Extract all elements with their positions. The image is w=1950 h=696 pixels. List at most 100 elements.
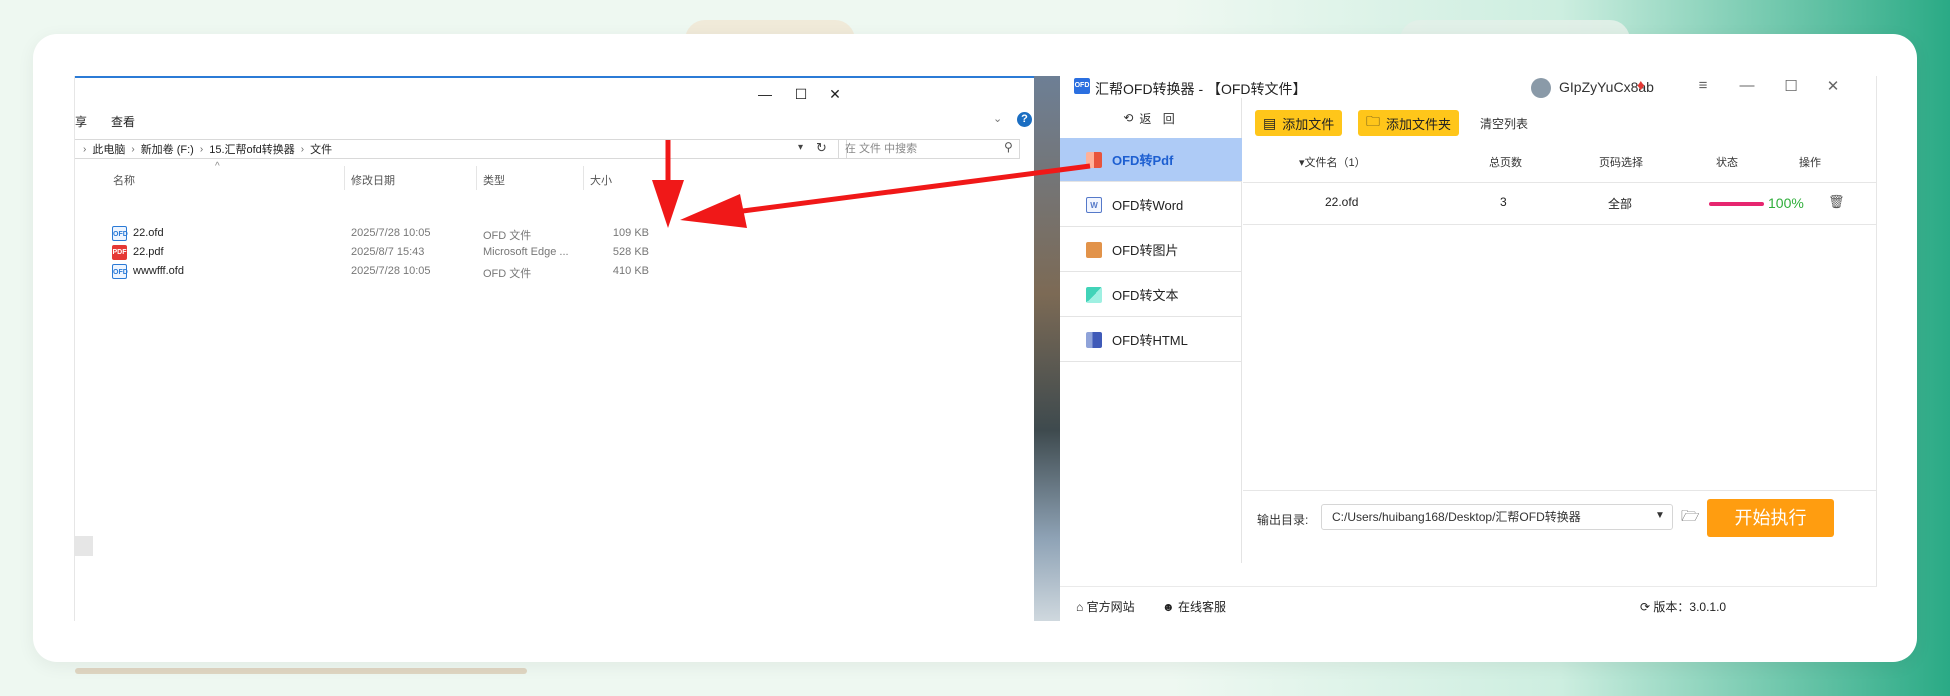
table-divider: [1243, 224, 1877, 225]
desktop-wallpaper: [1034, 76, 1060, 621]
search-input[interactable]: 在 文件 中搜索: [838, 139, 1020, 159]
image-icon: [1086, 241, 1102, 258]
column-header-name[interactable]: 名称: [113, 172, 135, 188]
horizontal-scrollbar[interactable]: [75, 668, 527, 674]
close-button[interactable]: ✕: [825, 86, 845, 103]
sidebar-item-ofd-to-text[interactable]: OFD转文本: [1060, 273, 1242, 317]
column-header-action: 操作: [1799, 157, 1821, 169]
main-panel: ▤ 添加文件 🗀 添加文件夹 清空列表 ▾文件名（1） 总页数 页码选择 状态 …: [1243, 98, 1877, 563]
trash-icon[interactable]: 🗑: [1828, 194, 1845, 210]
breadcrumb-item[interactable]: 文件: [310, 141, 332, 157]
maximize-button[interactable]: ☐: [791, 86, 811, 103]
chevron-down-icon[interactable]: ▼: [1655, 510, 1665, 521]
progress-fill: [1709, 202, 1764, 206]
file-name: 22.pdf: [133, 246, 164, 258]
back-label: 返 回: [1139, 111, 1179, 126]
file-row[interactable]: OFD wwwfff.ofd 2025/7/28 10:05 OFD 文件 41…: [75, 262, 1035, 281]
app-logo-icon: OFD: [1074, 78, 1090, 94]
minimize-button[interactable]: —: [1738, 77, 1756, 94]
column-divider[interactable]: [344, 166, 345, 190]
table-divider: [1243, 182, 1877, 183]
sidebar-item-ofd-to-word[interactable]: W OFD转Word: [1060, 183, 1242, 227]
row-page-select[interactable]: 全部: [1608, 195, 1632, 212]
output-path-select[interactable]: C:/Users/huibang168/Desktop/汇帮OFD转换器: [1321, 504, 1673, 530]
sidebar-item-label: OFD转Pdf: [1112, 153, 1174, 168]
back-button[interactable]: ⟲ 返 回: [1060, 98, 1242, 138]
file-type: OFD 文件: [483, 230, 532, 242]
add-file-label: 添加文件: [1282, 116, 1335, 132]
breadcrumb-item[interactable]: 15.汇帮ofd转换器: [209, 141, 295, 157]
column-header-status: 状态: [1716, 157, 1738, 169]
refresh-icon[interactable]: ⟳: [1640, 600, 1650, 614]
version-label: 版本：3.0.1.0: [1653, 600, 1727, 614]
add-folder-label: 添加文件夹: [1386, 116, 1452, 132]
maximize-button[interactable]: ☐: [1782, 77, 1800, 95]
close-button[interactable]: ✕: [1824, 77, 1842, 95]
ofd-file-icon: OFD: [112, 226, 128, 241]
sidebar: ⟲ 返 回 OFD转Pdf W OFD转Word OFD转图片 OFD转文本 O…: [1060, 98, 1242, 563]
breadcrumb-item[interactable]: 新加卷 (F:): [141, 141, 194, 157]
column-header-type[interactable]: 类型: [483, 172, 505, 188]
file-name: wwwfff.ofd: [133, 265, 184, 277]
help-icon[interactable]: ?: [1017, 112, 1032, 127]
file-type: Microsoft Edge ...: [483, 246, 569, 258]
search-icon[interactable]: ⚲: [1004, 140, 1013, 154]
sidebar-item-ofd-to-pdf[interactable]: OFD转Pdf: [1060, 138, 1242, 182]
file-date: 2025/7/28 10:05: [351, 265, 431, 277]
column-divider[interactable]: [476, 166, 477, 190]
clear-list-button[interactable]: 清空列表: [1480, 115, 1528, 132]
avatar[interactable]: [1531, 78, 1551, 98]
sidebar-item-label: OFD转图片: [1112, 243, 1179, 258]
version-info: ⟳ 版本：3.0.1.0: [1640, 598, 1726, 615]
add-file-button[interactable]: ▤ 添加文件: [1255, 110, 1343, 136]
window-accent-line: [75, 76, 1035, 78]
app-title: 汇帮OFD转换器 - 【OFD转文件】: [1095, 81, 1307, 97]
column-header-filename[interactable]: ▾文件名（1）: [1299, 154, 1366, 170]
address-dropdown-icon[interactable]: ▾: [798, 142, 803, 153]
add-folder-button[interactable]: 🗀 添加文件夹: [1358, 110, 1460, 136]
menu-share[interactable]: 享: [75, 113, 87, 130]
html-icon: [1086, 331, 1102, 348]
app-footer: ⌂ 官方网站 ☻ 在线客服 ⟳ 版本：3.0.1.0: [1060, 586, 1877, 621]
official-website-link[interactable]: ⌂ 官方网站: [1076, 598, 1135, 615]
sidebar-item-ofd-to-html[interactable]: OFD转HTML: [1060, 318, 1242, 362]
file-explorer-window: — ☐ ✕ 享 查看 ⌄ ? › 此电脑 › 新加卷 (F:) › 15.汇帮o…: [74, 76, 1035, 621]
word-icon: W: [1086, 196, 1102, 213]
sidebar-item-label: OFD转文本: [1112, 288, 1179, 303]
sidebar-item-ofd-to-image[interactable]: OFD转图片: [1060, 228, 1242, 272]
minimize-button[interactable]: —: [755, 86, 775, 102]
back-arrow-icon: ⟲: [1123, 111, 1134, 125]
pdf-icon: [1086, 151, 1102, 168]
ribbon-collapse-icon[interactable]: ⌄: [993, 112, 1002, 125]
file-row[interactable]: OFD 22.ofd 2025/7/28 10:05 OFD 文件 109 KB: [75, 224, 1035, 243]
progress-text: 100%: [1768, 195, 1804, 211]
chevron-right-icon: ›: [131, 143, 135, 155]
support-agent-icon: ☻: [1162, 600, 1175, 614]
output-row: 输出目录: C:/Users/huibang168/Desktop/汇帮OFD转…: [1243, 490, 1877, 538]
start-button[interactable]: 开始执行: [1707, 499, 1834, 537]
file-size: 410 KB: [612, 265, 649, 277]
refresh-icon[interactable]: ↻: [816, 140, 827, 156]
online-service-link[interactable]: ☻ 在线客服: [1162, 598, 1226, 615]
chevron-right-icon: ›: [300, 143, 305, 155]
column-header-size[interactable]: 大小: [590, 172, 612, 188]
file-date: 2025/8/7 15:43: [351, 246, 425, 258]
folder-open-icon[interactable]: 🗁: [1681, 506, 1700, 531]
column-header-date[interactable]: 修改日期: [351, 172, 395, 188]
vip-diamond-icon: ♦: [1637, 77, 1645, 94]
chevron-right-icon: ›: [83, 143, 87, 155]
screenshot-card: — ☐ ✕ 享 查看 ⌄ ? › 此电脑 › 新加卷 (F:) › 15.汇帮o…: [33, 34, 1917, 662]
file-size: 109 KB: [612, 227, 649, 239]
file-date: 2025/7/28 10:05: [351, 227, 431, 239]
output-label: 输出目录:: [1257, 513, 1309, 527]
column-divider[interactable]: [583, 166, 584, 190]
menu-icon[interactable]: ≡: [1694, 77, 1712, 94]
column-header-pages: 总页数: [1489, 157, 1522, 169]
file-row[interactable]: PDF 22.pdf 2025/8/7 15:43 Microsoft Edge…: [75, 243, 1035, 262]
pdf-file-icon: PDF: [112, 245, 127, 260]
address-bar[interactable]: › 此电脑 › 新加卷 (F:) › 15.汇帮ofd转换器 › 文件: [75, 139, 847, 159]
online-service-label: 在线客服: [1177, 600, 1226, 614]
navigation-pane-handle[interactable]: [75, 536, 93, 556]
breadcrumb-item[interactable]: 此电脑: [92, 141, 125, 157]
menu-view[interactable]: 查看: [111, 113, 135, 130]
